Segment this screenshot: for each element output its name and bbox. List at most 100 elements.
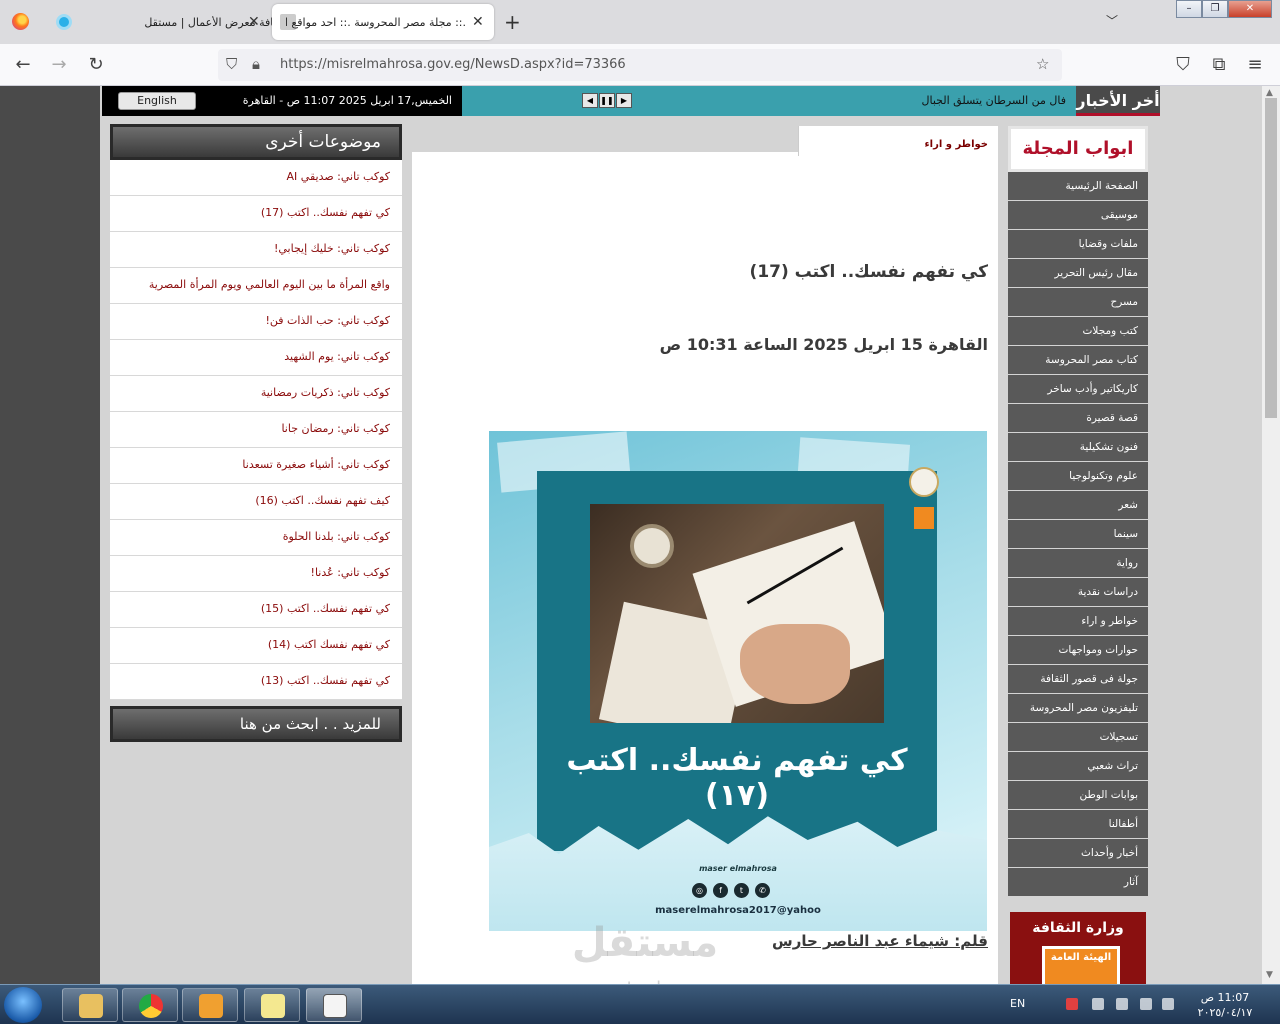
battery-icon[interactable] — [1162, 998, 1174, 1010]
taskbar-explorer[interactable] — [62, 988, 118, 1022]
ministry-of-culture-banner[interactable]: وزارة الثقافة الهيئة العامة — [1010, 912, 1146, 984]
forward-icon[interactable]: → — [48, 54, 70, 75]
ticker-next-button[interactable]: ▶ — [616, 93, 632, 108]
menu-icon[interactable]: ≡ — [1244, 54, 1266, 75]
address-bar[interactable]: ⛉ 🔒︎ https://misrelmahrosa.gov.eg/NewsD.… — [218, 49, 1062, 81]
topic-link[interactable]: كوكب تاني: ذكريات رمضانية — [110, 376, 402, 412]
magazine-sections-list: الصفحة الرئيسية موسيقى ملفات وقضايا مقال رئ… — [1008, 172, 1148, 897]
tab-misrelmahrosa[interactable]: .:: مجلة مصر المحروسة .:: احد مواقع الهي… — [272, 4, 494, 40]
scroll-up-icon[interactable]: ▲ — [1266, 88, 1273, 98]
topic-link[interactable]: كي تفهم نفسك.. اكتب (13) — [110, 664, 402, 700]
topic-link[interactable]: كوكب تاني: حب الذات فن! — [110, 304, 402, 340]
topic-link[interactable]: كي تفهم نفسك.. اكتب (15) — [110, 592, 402, 628]
taskbar-chrome[interactable] — [122, 988, 178, 1022]
nav-item[interactable]: تراث شعبي — [1008, 752, 1148, 781]
close-tab-icon[interactable]: ✕ — [472, 14, 484, 30]
list-all-tabs-icon[interactable]: ﹀ — [1106, 12, 1118, 29]
writing-photo — [590, 504, 884, 723]
firefox-icon[interactable] — [12, 13, 29, 30]
scrollbar-thumb[interactable] — [1265, 98, 1277, 418]
extensions-icon[interactable]: ⧉ — [1208, 54, 1230, 75]
nav-item[interactable]: حوارات ومواجهات — [1008, 636, 1148, 665]
start-button[interactable] — [4, 987, 42, 1023]
clock-time[interactable]: 11:07 ص — [1180, 991, 1270, 1004]
nav-item[interactable]: تسجيلات — [1008, 723, 1148, 752]
other-topics-sidebar: موضوعات أخرى كوكب تاني: صديقي AI كي تفهم … — [110, 124, 402, 742]
nav-item[interactable]: كتاب مصر المحروسة — [1008, 346, 1148, 375]
close-tab-icon[interactable]: ✕ — [248, 14, 260, 30]
taskbar-notes[interactable] — [244, 988, 300, 1022]
minimize-button[interactable]: – — [1176, 0, 1202, 18]
article-date: القاهرة 15 ابريل 2025 الساعة 10:31 ص — [659, 335, 988, 354]
topic-link[interactable]: كوكب تاني: يوم الشهيد — [110, 340, 402, 376]
image-brand: maser elmahrosa — [699, 864, 777, 873]
nav-item[interactable]: قصة قصيرة — [1008, 404, 1148, 433]
topic-link[interactable]: كوكب تاني: صديقي AI — [110, 160, 402, 196]
mostaql-favicon-icon — [56, 14, 72, 30]
nav-item[interactable]: شعر — [1008, 491, 1148, 520]
speaker-muted-icon[interactable] — [1066, 998, 1078, 1010]
ticker-text[interactable]: فال من السرطان يتسلق الجبال — [921, 94, 1066, 107]
more-search-link[interactable]: للمزيد . . ابحث من هنا — [110, 706, 402, 742]
restore-button[interactable]: ❐ — [1202, 0, 1228, 18]
back-icon[interactable]: ← — [12, 54, 34, 75]
nav-item[interactable]: سينما — [1008, 520, 1148, 549]
scroll-down-icon[interactable]: ▼ — [1266, 970, 1273, 980]
ticker-label: أخر الأخبار — [1076, 86, 1160, 116]
topic-link[interactable]: كوكب تاني: عُدنا! — [110, 556, 402, 592]
culture-logo: الهيئة العامة — [1042, 946, 1120, 984]
topic-link[interactable]: كوكب تاني: رمضان جانا — [110, 412, 402, 448]
new-tab-button[interactable]: + — [504, 10, 521, 34]
ticker-controls: ◀ ❚❚ ▶ — [582, 93, 632, 108]
topic-link[interactable]: كوكب تاني: بلدنا الحلوة — [110, 520, 402, 556]
reload-icon[interactable]: ↻ — [85, 54, 107, 75]
pocket-icon[interactable]: ⛉ — [1172, 54, 1194, 75]
sticky-notes-icon — [261, 994, 285, 1018]
topic-link[interactable]: واقع المرأة ما بين اليوم العالمي ويوم ال… — [110, 268, 402, 304]
nav-item[interactable]: دراسات نقدية — [1008, 578, 1148, 607]
topic-link[interactable]: كوكب تاني: أشياء صغيرة تسعدنا — [110, 448, 402, 484]
nav-item[interactable]: أخبار وأحداث — [1008, 839, 1148, 868]
url-text[interactable]: https://misrelmahrosa.gov.eg/NewsD.aspx?… — [280, 57, 626, 72]
nav-item[interactable]: الصفحة الرئيسية — [1008, 172, 1148, 201]
nav-item[interactable]: كتب ومجلات — [1008, 317, 1148, 346]
topic-link[interactable]: كي تفهم نفسك.. اكتب (17) — [110, 196, 402, 232]
nav-item[interactable]: علوم وتكنولوجيا — [1008, 462, 1148, 491]
language-indicator[interactable]: EN — [1010, 997, 1025, 1010]
tab-mostaql[interactable]: إضافة معرض الأعمال | مستقل ✕ — [44, 4, 286, 40]
nav-item[interactable]: ملفات وقضايا — [1008, 230, 1148, 259]
taskbar-media[interactable] — [182, 988, 238, 1022]
topic-link[interactable]: كوكب تاني: خليك إيجابي! — [110, 232, 402, 268]
volume-icon[interactable] — [1140, 998, 1152, 1010]
browser-tab-bar: إضافة معرض الأعمال | مستقل ✕ .:: مجلة مص… — [0, 0, 1280, 44]
nav-item[interactable]: مقال رئيس التحرير — [1008, 259, 1148, 288]
nav-item[interactable]: مسرح — [1008, 288, 1148, 317]
nav-item[interactable]: جولة فى قصور الثقافة — [1008, 665, 1148, 694]
nav-item[interactable]: موسيقى — [1008, 201, 1148, 230]
nav-item[interactable]: آثار — [1008, 868, 1148, 897]
nav-item[interactable]: تليفزيون مصر المحروسة — [1008, 694, 1148, 723]
nav-item[interactable]: بوابات الوطن — [1008, 781, 1148, 810]
ticker-pause-button[interactable]: ❚❚ — [599, 93, 615, 108]
shield-icon[interactable]: ⛉ — [226, 55, 237, 73]
section-name[interactable]: خواطر و اراء — [925, 139, 988, 150]
nav-item[interactable]: كاريكاتير وأدب ساخر — [1008, 375, 1148, 404]
close-window-button[interactable]: ✕ — [1228, 0, 1272, 18]
bookmark-star-icon[interactable]: ☆ — [1036, 55, 1049, 73]
security-flag-icon[interactable] — [1092, 998, 1104, 1010]
page-scrollbar[interactable]: ▲ ▼ — [1262, 86, 1280, 984]
network-icon[interactable] — [1116, 998, 1128, 1010]
nav-item[interactable]: فنون تشكيلية — [1008, 433, 1148, 462]
nav-item[interactable]: خواطر و اراء — [1008, 607, 1148, 636]
english-button[interactable]: English — [118, 92, 196, 110]
topic-link[interactable]: كيف تفهم نفسك.. اكتب (16) — [110, 484, 402, 520]
nav-item[interactable]: رواية — [1008, 549, 1148, 578]
clock-date[interactable]: ٢٠٢٥/٠٤/١٧ — [1180, 1006, 1270, 1019]
lock-icon[interactable]: 🔒︎ — [252, 55, 260, 73]
ticker-prev-button[interactable]: ◀ — [582, 93, 598, 108]
culture-title: وزارة الثقافة — [1032, 920, 1124, 936]
taskbar-firefox[interactable] — [306, 988, 362, 1022]
topic-link[interactable]: كي تفهم نفسك اكتب (14) — [110, 628, 402, 664]
section-tab: خواطر و اراء — [798, 126, 998, 156]
nav-item[interactable]: أطفالنا — [1008, 810, 1148, 839]
